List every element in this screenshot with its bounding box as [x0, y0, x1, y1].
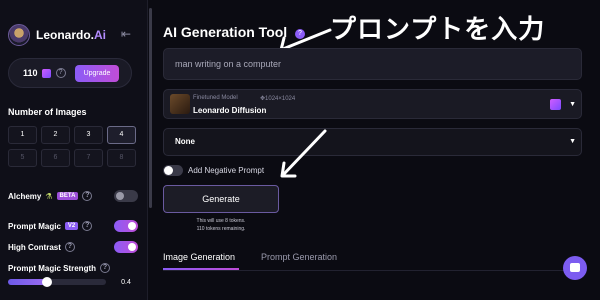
num-images-option[interactable]: 6 — [41, 149, 70, 167]
upgrade-button[interactable]: Upgrade — [75, 65, 119, 82]
alchemy-row: Alchemy ⚗ BETA ? — [8, 189, 138, 203]
annotation-text: プロンプトを入力 — [330, 14, 546, 44]
chat-support-button[interactable] — [563, 256, 587, 280]
num-images-option[interactable]: 3 — [74, 126, 103, 144]
chevron-down-icon[interactable]: ▼ — [569, 101, 576, 108]
high-contrast-toggle[interactable] — [114, 241, 138, 253]
brand-name: Leonardo.Ai — [36, 28, 107, 42]
model-settings-icon[interactable] — [550, 99, 561, 110]
negative-prompt-label: Add Negative Prompt — [188, 166, 265, 175]
tab-prompt-generation[interactable]: Prompt Generation — [261, 252, 337, 262]
chevron-down-icon[interactable]: ▼ — [569, 129, 576, 155]
version-badge: V2 — [64, 222, 79, 230]
tab-divider — [163, 270, 582, 271]
alchemy-toggle[interactable] — [114, 190, 138, 202]
negative-prompt-toggle[interactable] — [163, 165, 183, 176]
help-icon[interactable]: ? — [100, 263, 111, 273]
num-images-option[interactable]: 7 — [74, 149, 103, 167]
prompt-input[interactable]: man writing on a computer — [163, 48, 582, 80]
prompt-magic-toggle[interactable] — [114, 220, 138, 232]
logo-avatar — [8, 24, 30, 46]
style-select[interactable]: None ▼ — [163, 128, 582, 156]
sidebar-scrollbar[interactable] — [149, 8, 152, 208]
num-images-option[interactable]: 8 — [107, 149, 136, 167]
help-icon[interactable]: ? — [82, 221, 93, 231]
high-contrast-row: High Contrast ? — [8, 240, 138, 254]
num-images-option-selected[interactable]: 4 — [107, 126, 136, 144]
generate-remaining-note: 110 tokens remaining. — [196, 226, 246, 232]
beta-badge: BETA — [56, 192, 79, 200]
sidebar: Leonardo.Ai ⇤ 110 ? Upgrade Number of Im… — [0, 0, 148, 300]
help-icon[interactable]: ? — [64, 242, 75, 252]
token-balance: 110 ? Upgrade — [8, 58, 132, 88]
prompt-magic-row: Prompt Magic V2 ? — [8, 219, 138, 233]
num-images-label: Number of Images — [8, 107, 87, 117]
chat-icon — [570, 263, 580, 272]
model-name: Leonardo Diffusion — [193, 106, 267, 115]
help-icon[interactable]: ? — [55, 68, 66, 78]
brand-logo[interactable]: Leonardo.Ai — [8, 24, 106, 46]
num-images-option[interactable]: 2 — [41, 126, 70, 144]
collapse-left-icon[interactable]: ⇤ — [121, 27, 131, 41]
magic-strength-value: 0.4 — [121, 279, 131, 286]
num-images-option[interactable]: 5 — [8, 149, 37, 167]
slider-thumb[interactable] — [42, 277, 53, 287]
flask-icon: ⚗ — [45, 191, 53, 201]
token-icon — [41, 68, 51, 78]
model-type-label: Finetuned Model — [193, 95, 238, 101]
page-title: AI Generation Tool — [163, 24, 288, 40]
generate-button[interactable]: Generate — [163, 185, 279, 213]
prompt-magic-label: Prompt Magic — [8, 221, 61, 231]
model-selector[interactable]: Finetuned Model ✥1024×1024 Leonardo Diff… — [163, 89, 582, 119]
magic-strength-label: Prompt Magic Strength — [8, 263, 97, 273]
token-count: 110 — [23, 68, 38, 78]
generate-cost-note: This will use 8 tokens. — [196, 218, 246, 224]
num-images-option[interactable]: 1 — [8, 126, 37, 144]
help-icon[interactable]: ? — [82, 191, 93, 201]
annotation-arrow-icon — [280, 129, 327, 178]
magic-strength-row: Prompt Magic Strength ? — [8, 261, 138, 275]
alchemy-label: Alchemy — [8, 191, 42, 201]
tab-image-generation[interactable]: Image Generation — [163, 252, 235, 262]
model-thumbnail — [170, 94, 190, 114]
negative-prompt-row: Add Negative Prompt — [163, 165, 264, 176]
num-images-grid: 1 2 3 4 5 6 7 8 — [8, 126, 138, 167]
magic-strength-slider[interactable] — [8, 277, 106, 287]
high-contrast-label: High Contrast — [8, 242, 61, 252]
model-dimensions: ✥1024×1024 — [260, 96, 296, 102]
